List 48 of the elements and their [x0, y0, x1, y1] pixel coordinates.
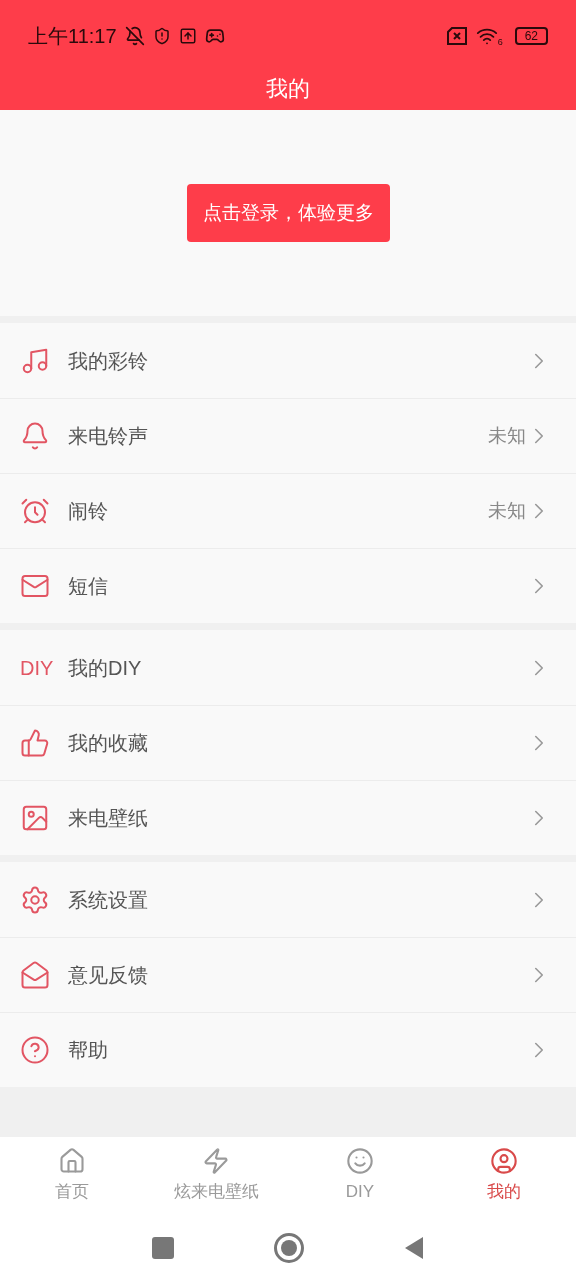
status-time: 上午11:17	[28, 24, 117, 49]
home-icon	[58, 1147, 86, 1176]
menu-item[interactable]: 系统设置	[0, 862, 576, 937]
menu-item[interactable]: 我的收藏	[0, 705, 576, 780]
menu-item-label: 来电铃声	[68, 424, 149, 449]
menu-item-value: 未知	[488, 498, 526, 523]
menu-item-label: 短信	[68, 574, 109, 599]
menu-item-label: 闹铃	[68, 499, 109, 524]
smile-icon	[346, 1147, 374, 1176]
tab[interactable]: 我的	[432, 1137, 576, 1215]
upload-icon	[178, 27, 197, 45]
shield-icon	[152, 27, 171, 45]
menu-item[interactable]: 意见反馈	[0, 937, 576, 1012]
alarm-clock-icon	[20, 496, 50, 526]
menu-item-label: 帮助	[68, 1038, 109, 1063]
menu-item-label: 我的彩铃	[68, 348, 149, 374]
menu-item[interactable]: 来电铃声 未知	[0, 398, 576, 473]
menu-item-label: 我的收藏	[68, 731, 149, 756]
settings-icon	[20, 884, 50, 915]
menu-item-label: 系统设置	[68, 887, 149, 913]
home-button[interactable]	[274, 1232, 304, 1263]
menu-item-label: 意见反馈	[68, 963, 149, 988]
sim-card-icon	[445, 27, 468, 45]
login-button[interactable]: 点击登录，体验更多	[186, 184, 390, 242]
battery-indicator: 62	[514, 27, 548, 45]
menu-item[interactable]: 来电壁纸	[0, 780, 576, 855]
menu-item[interactable]: 帮助	[0, 1012, 576, 1087]
thumbs-up-icon	[20, 728, 50, 758]
back-button[interactable]	[404, 1235, 424, 1260]
bell-icon	[20, 421, 50, 451]
bell-off-icon	[124, 26, 145, 46]
wifi-signal-label: 6	[497, 38, 503, 47]
menu-item[interactable]: 短信	[0, 548, 576, 623]
menu-item[interactable]: DIY 我的DIY	[0, 630, 576, 705]
menu-item-label: 来电壁纸	[68, 806, 149, 831]
page-title: 我的	[266, 75, 310, 103]
diy-icon: DIY	[20, 652, 54, 683]
gamepad-icon	[204, 26, 225, 46]
help-icon	[20, 1035, 50, 1065]
menu-item[interactable]: 闹铃 未知	[0, 473, 576, 548]
user-icon	[490, 1147, 518, 1176]
lightning-icon	[202, 1147, 230, 1176]
menu-item[interactable]: 我的彩铃	[0, 323, 576, 398]
menu-item-value: 未知	[488, 423, 526, 448]
menu-item-label: 我的DIY	[68, 655, 143, 681]
image-icon	[20, 803, 50, 833]
recents-button[interactable]	[152, 1236, 174, 1259]
open-envelope-icon	[20, 960, 50, 990]
